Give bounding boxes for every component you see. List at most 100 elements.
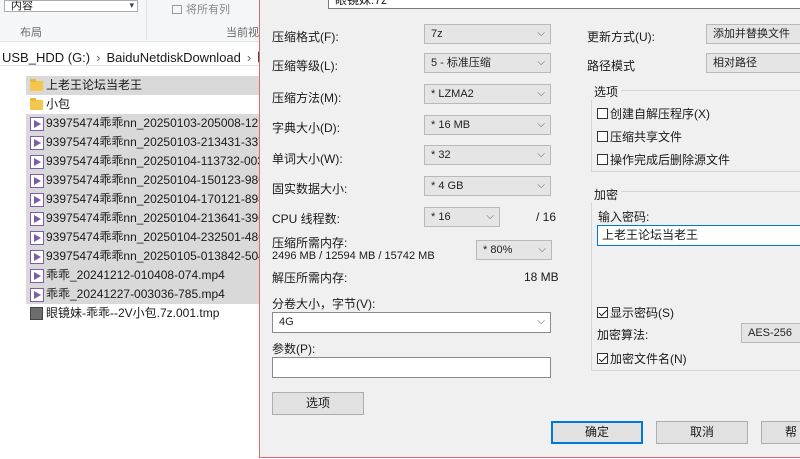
file-name: 93975474乖乖nn_20250104-150123-986. <box>46 173 260 187</box>
format-select[interactable]: 7z ⌵ <box>424 24 551 44</box>
sfx-label: 创建自解压程序(X) <box>610 107 710 121</box>
dict-value: * 16 MB <box>431 119 471 131</box>
video-file-icon <box>30 136 44 150</box>
file-list: 上老王论坛当老王 小包 93975474乖乖nn_20250103-205008-1… <box>26 76 260 323</box>
video-file-icon <box>30 288 44 302</box>
method-label: 压缩方法(M): <box>272 91 342 105</box>
password-input[interactable]: 上老王论坛当老王 <box>597 225 800 246</box>
update-value: 添加并替换文件 <box>713 28 790 40</box>
ok-button[interactable]: 确定 <box>551 421 643 444</box>
threads-value: * 16 <box>431 211 451 223</box>
path-select[interactable]: 相对路径 <box>706 53 800 73</box>
file-row[interactable]: 93975474乖乖nn_20250104-113732-003. <box>26 152 260 171</box>
columns-icon <box>172 5 182 14</box>
enc-method-value: AES-256 <box>748 327 793 339</box>
level-select[interactable]: 5 - 标准压缩 ⌵ <box>424 53 551 73</box>
delete-after-label: 操作完成后删除源文件 <box>610 153 731 167</box>
show-password-label: 显示密码(S) <box>610 306 674 320</box>
volume-value: 4G <box>279 316 294 328</box>
file-row[interactable]: 小包 <box>26 95 260 114</box>
encrypt-names-label: 加密文件名(N) <box>610 352 687 366</box>
params-input[interactable] <box>272 357 551 378</box>
file-name: 93975474乖乖nn_20250104-113732-003. <box>46 154 260 168</box>
file-name: 93975474乖乖nn_20250105-013842-504. <box>46 249 260 263</box>
chevron-down-icon: ⌵ <box>537 28 545 39</box>
word-select[interactable]: * 32 ⌵ <box>424 145 551 165</box>
file-row[interactable]: 93975474乖乖nn_20250103-205008-121. <box>26 114 260 133</box>
breadcrumb-drive[interactable]: USB_HDD (G:) <box>2 50 90 65</box>
mem-comp-value: * 80% <box>483 244 513 256</box>
file-name: 93975474乖乖nn_20250103-205008-121. <box>46 116 260 130</box>
checkbox-box <box>597 154 608 165</box>
password-prompt: 输入密码: <box>598 210 650 224</box>
add-to-archive-dialog: 眼镜妹.7z 压缩格式(F): 7z ⌵ 压缩等级(L): 5 - 标准压缩 ⌵ 压… <box>259 0 800 458</box>
file-name: 93975474乖乖nn_20250104-170121-898. <box>46 192 260 206</box>
file-name: 乖乖_20241227-003036-785.mp4 <box>46 287 225 301</box>
chevron-down-icon: ⌵ <box>486 211 494 222</box>
show-password-checkbox[interactable]: 显示密码(S) <box>597 304 674 321</box>
file-row[interactable]: 93975474乖乖nn_20250104-213641-396. <box>26 209 260 228</box>
archive-name-field[interactable]: 眼镜妹.7z <box>328 0 800 9</box>
options-button[interactable]: 选项 <box>272 392 364 415</box>
chevron-right-icon: › <box>96 50 101 65</box>
video-file-icon <box>30 250 44 264</box>
mem-comp-select[interactable]: * 80% ⌵ <box>476 240 552 260</box>
method-select[interactable]: * LZMA2 ⌵ <box>424 84 551 104</box>
level-label: 压缩等级(L): <box>272 59 339 73</box>
file-row[interactable]: 93975474乖乖nn_20250104-232501-486. <box>26 228 260 247</box>
update-select[interactable]: 添加并替换文件 <box>706 24 800 44</box>
checkbox-box <box>597 131 608 142</box>
word-value: * 32 <box>431 149 451 161</box>
threads-select[interactable]: * 16 ⌵ <box>424 207 500 227</box>
file-row[interactable]: 93975474乖乖nn_20250105-013842-504. <box>26 247 260 266</box>
solid-select[interactable]: * 4 GB ⌵ <box>424 176 551 196</box>
volume-combo[interactable]: 4G ⌵ <box>272 312 551 333</box>
shared-files-checkbox[interactable]: 压缩共享文件 <box>597 128 682 145</box>
delete-after-checkbox[interactable]: 操作完成后删除源文件 <box>597 151 730 168</box>
chevron-down-icon: ⌵ <box>537 119 545 130</box>
threads-total: / 16 <box>536 210 557 224</box>
video-file-icon <box>30 117 44 131</box>
checkbox-box <box>597 108 608 119</box>
file-row[interactable]: 93975474乖乖nn_20250104-150123-986. <box>26 171 260 190</box>
chevron-down-icon: ⌵ <box>538 244 546 255</box>
file-row[interactable]: 乖乖_20241227-003036-785.mp4 <box>26 285 260 304</box>
solid-label: 固实数据大小: <box>272 182 348 196</box>
shared-files-label: 压缩共享文件 <box>610 130 683 144</box>
mem-decomp-label: 解压所需内存: <box>272 271 348 285</box>
video-file-icon <box>30 193 44 207</box>
update-label: 更新方式(U): <box>587 30 655 44</box>
enc-method-select[interactable]: AES-256 <box>741 323 800 343</box>
params-label: 参数(P): <box>272 342 316 356</box>
group-label-current-view: 当前视 <box>226 27 259 39</box>
cancel-button[interactable]: 取消 <box>656 421 748 444</box>
encrypt-names-checkbox[interactable]: 加密文件名(N) <box>597 350 687 367</box>
enc-method-label: 加密算法: <box>597 328 649 342</box>
mem-decomp-value: 18 MB <box>524 270 559 284</box>
dict-select[interactable]: * 16 MB ⌵ <box>424 115 551 135</box>
breadcrumb-folder[interactable]: BaiduNetdiskDownload <box>106 50 240 65</box>
solid-value: * 4 GB <box>431 180 464 192</box>
video-file-icon <box>30 174 44 188</box>
archive-file-icon <box>30 307 43 320</box>
select-all-columns-button[interactable]: 将所有列 <box>172 1 230 17</box>
select-all-columns-label: 将所有列 <box>186 4 230 16</box>
file-row[interactable]: 眼镜妹-乖乖--2V小包.7z.001.tmp <box>26 304 260 323</box>
options-group-title: 选项 <box>591 83 622 100</box>
group-label-layout: 布局 <box>20 27 42 39</box>
layout-combo[interactable]: 内容 ▾ <box>4 0 138 12</box>
file-name: 乖乖_20241212-010408-074.mp4 <box>46 268 225 282</box>
video-file-icon <box>30 212 44 226</box>
help-button[interactable]: 帮 <box>761 421 800 444</box>
file-row[interactable]: 93975474乖乖nn_20250103-213431-337. <box>26 133 260 152</box>
format-label: 压缩格式(F): <box>272 30 339 44</box>
file-name: 93975474乖乖nn_20250103-213431-337. <box>46 135 260 149</box>
file-row[interactable]: 上老王论坛当老王 <box>26 76 260 95</box>
chevron-down-icon: ⌵ <box>537 88 545 99</box>
file-row[interactable]: 93975474乖乖nn_20250104-170121-898. <box>26 190 260 209</box>
method-value: * LZMA2 <box>431 88 474 100</box>
sfx-checkbox[interactable]: 创建自解压程序(X) <box>597 105 710 122</box>
breadcrumb: USB_HDD (G:)›BaiduNetdiskDownload›眼睛 <box>2 47 283 66</box>
file-name: 93975474乖乖nn_20250104-213641-396. <box>46 211 260 225</box>
file-row[interactable]: 乖乖_20241212-010408-074.mp4 <box>26 266 260 285</box>
